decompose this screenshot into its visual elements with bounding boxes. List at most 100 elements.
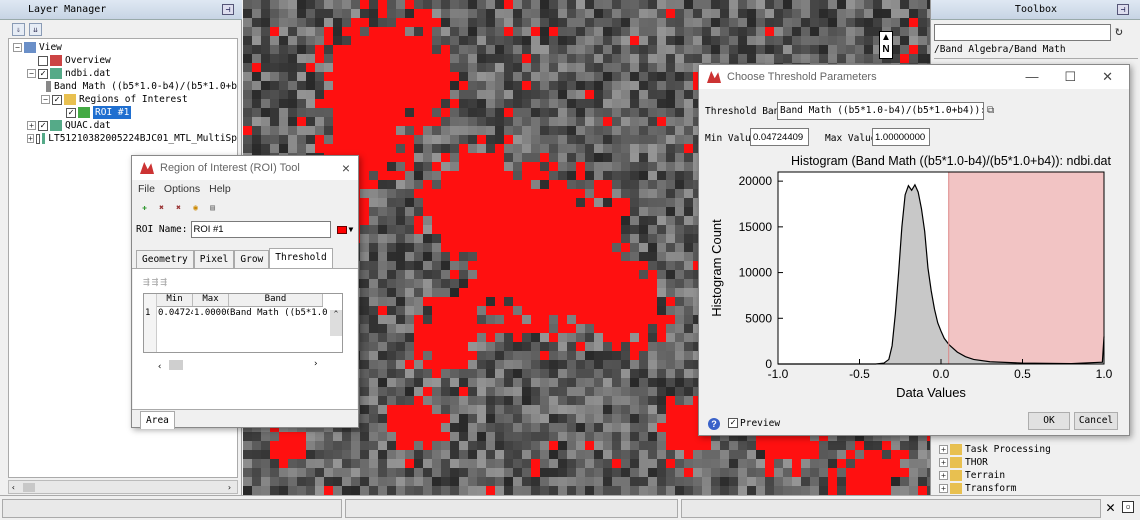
y-tick-label: 0	[765, 357, 772, 371]
tab-geometry[interactable]: Geometry	[136, 250, 194, 268]
table-hscrollbar[interactable]: ‹ ›	[157, 359, 327, 372]
status-field	[2, 499, 342, 518]
expand-icon[interactable]: +	[939, 471, 948, 480]
maximize-icon[interactable]: ☐	[1064, 69, 1076, 85]
pin-icon[interactable]: ⊣	[222, 4, 234, 15]
y-tick-label: 10000	[739, 266, 773, 280]
table-row[interactable]: 1 0.04724 1.00000 Band Math ((b5*1.0-	[144, 308, 329, 318]
delete-roi-icon[interactable]: ✖	[155, 202, 168, 215]
threshold-dialog-titlebar[interactable]: Choose Threshold Parameters — ☐ ✕	[699, 65, 1129, 89]
preview-checkbox[interactable]: ✓	[728, 418, 738, 428]
expand-all-icon[interactable]: ⇊	[29, 23, 42, 36]
layer-tree-item[interactable]: Overview	[9, 54, 237, 67]
scroll-left-icon[interactable]: ‹	[11, 483, 16, 492]
edit-threshold-icon[interactable]: ⇶	[152, 275, 159, 288]
tab-area[interactable]: Area	[140, 411, 175, 429]
raster-icon	[50, 120, 62, 131]
band-icon	[45, 81, 51, 92]
envi-logo-icon	[140, 162, 154, 174]
minimize-icon[interactable]: —	[1025, 69, 1038, 85]
cancel-button[interactable]: Cancel	[1074, 412, 1118, 430]
roi-name-input[interactable]	[190, 221, 331, 238]
chart-title: Histogram (Band Math ((b5*1.0-b4)/(b5*1.…	[791, 154, 1111, 168]
roi-tool-titlebar[interactable]: Region of Interest (ROI) Tool ×	[132, 156, 358, 180]
tab-threshold[interactable]: Threshold	[269, 248, 333, 268]
histogram-chart[interactable]: -1.0 -0.5 0.0 0.5 1.005000100001500020000His…	[699, 149, 1129, 405]
collapse-icon[interactable]: −	[27, 69, 36, 78]
toolbox-item[interactable]: + Task Processing	[939, 443, 1137, 456]
layer-tree-item[interactable]: Band Math ((b5*1.0-b4)/(b5*1.0+b	[9, 80, 237, 93]
tab-pixel[interactable]: Pixel	[193, 250, 235, 268]
layer-tree-label: Regions of Interest	[79, 94, 188, 105]
y-axis-label: Histogram Count	[709, 219, 724, 317]
layer-tree-item[interactable]: − ✓ ndbi.dat	[9, 67, 237, 80]
tab-grow[interactable]: Grow	[234, 250, 270, 268]
layer-tree-item[interactable]: − ✓ Regions of Interest	[9, 93, 237, 106]
roi-color-swatch[interactable]	[336, 225, 347, 234]
toolbox-item-label: Task Processing	[965, 444, 1051, 455]
layer-visibility-checkbox[interactable]: ✓	[38, 68, 48, 79]
layer-tree-item[interactable]: + ✓ QUAC.dat	[9, 119, 237, 132]
remove-threshold-icon[interactable]: ⇶	[160, 275, 167, 288]
collapse-all-icon[interactable]: ⇓	[12, 23, 25, 36]
expand-icon[interactable]: +	[939, 445, 948, 454]
goto-roi-icon[interactable]: ◉	[189, 202, 202, 215]
new-roi-icon[interactable]: ✚	[138, 202, 151, 215]
collapse-icon[interactable]: −	[13, 43, 22, 52]
expand-icon[interactable]: +	[939, 484, 948, 493]
table-vscrollbar[interactable]: ^	[330, 310, 342, 336]
menu-item-file[interactable]: File	[138, 183, 155, 195]
ok-button[interactable]: OK	[1028, 412, 1070, 430]
toolbox-item[interactable]: + Terrain	[939, 469, 1137, 482]
toolbox-search-input[interactable]	[934, 24, 1111, 41]
chevron-down-icon[interactable]: ▼	[349, 225, 354, 234]
pin-icon[interactable]: ⊣	[1117, 4, 1129, 15]
threshold-band-field[interactable]: Band Math ((b5*1.0-b4)/(b5*1.0+b4)): ndb…	[777, 102, 984, 120]
table-cell: Band Math ((b5*1.0-	[230, 308, 329, 318]
x-tick-label: 1.0	[1096, 367, 1113, 381]
layer-visibility-checkbox[interactable]	[38, 55, 48, 66]
expand-icon[interactable]: +	[27, 121, 36, 130]
layer-visibility-checkbox[interactable]: ✓	[66, 107, 76, 118]
delete-all-roi-icon[interactable]: ✖	[172, 202, 185, 215]
close-icon[interactable]: ✕	[1106, 498, 1115, 516]
scroll-right-icon[interactable]: ›	[227, 483, 232, 492]
select-band-icon[interactable]: ⧉	[987, 105, 994, 116]
layer-tree-item[interactable]: ✓ ROI #1	[9, 106, 237, 119]
help-icon[interactable]: ?	[708, 418, 720, 430]
threshold-dialog: Choose Threshold Parameters — ☐ ✕ Thresh…	[698, 64, 1130, 436]
layer-visibility-checkbox[interactable]: ✓	[52, 94, 62, 105]
view-icon	[24, 42, 36, 53]
scroll-thumb[interactable]	[23, 483, 35, 492]
layer-tree-item[interactable]: + LT51210382005224BJC01_MTL_MultiSp	[9, 132, 237, 145]
layer-tree-hscrollbar[interactable]: ‹ ›	[8, 480, 238, 494]
restore-icon[interactable]: ▫	[1122, 501, 1134, 513]
overview-icon	[50, 55, 62, 66]
min-value-label: Min Value	[705, 133, 757, 144]
max-value-input[interactable]	[872, 128, 930, 146]
folder-icon	[950, 444, 962, 455]
close-icon[interactable]: ✕	[1102, 69, 1113, 85]
envi-logo-icon	[707, 71, 721, 83]
layer-tree-label: Overview	[65, 55, 111, 66]
roi-stats-icon[interactable]: ▤	[206, 202, 219, 215]
close-icon[interactable]: ×	[342, 160, 350, 176]
toolbox-path: /Band Algebra/Band Math	[934, 44, 1066, 55]
menu-item-help[interactable]: Help	[209, 183, 231, 195]
roi-toolbar: ✚ ✖ ✖ ◉ ▤	[132, 198, 358, 219]
folder-icon	[950, 483, 962, 494]
toolbox-item[interactable]: + Transform	[939, 482, 1137, 495]
layer-visibility-checkbox[interactable]	[35, 133, 40, 144]
refresh-icon[interactable]: ↻	[1115, 24, 1123, 39]
collapse-icon[interactable]: −	[41, 95, 50, 104]
expand-icon[interactable]: +	[939, 458, 948, 467]
expand-icon[interactable]: +	[27, 134, 34, 143]
max-value-label: Max Value	[825, 133, 877, 144]
layer-visibility-checkbox[interactable]: ✓	[38, 120, 48, 131]
menu-item-options[interactable]: Options	[164, 183, 200, 195]
toolbox-item[interactable]: + THOR	[939, 456, 1137, 469]
add-threshold-icon[interactable]: ⇶	[143, 275, 150, 288]
min-value-input[interactable]	[750, 128, 809, 146]
layer-tree-item[interactable]: − View	[9, 41, 237, 54]
x-tick-label: 0.5	[1014, 367, 1031, 381]
